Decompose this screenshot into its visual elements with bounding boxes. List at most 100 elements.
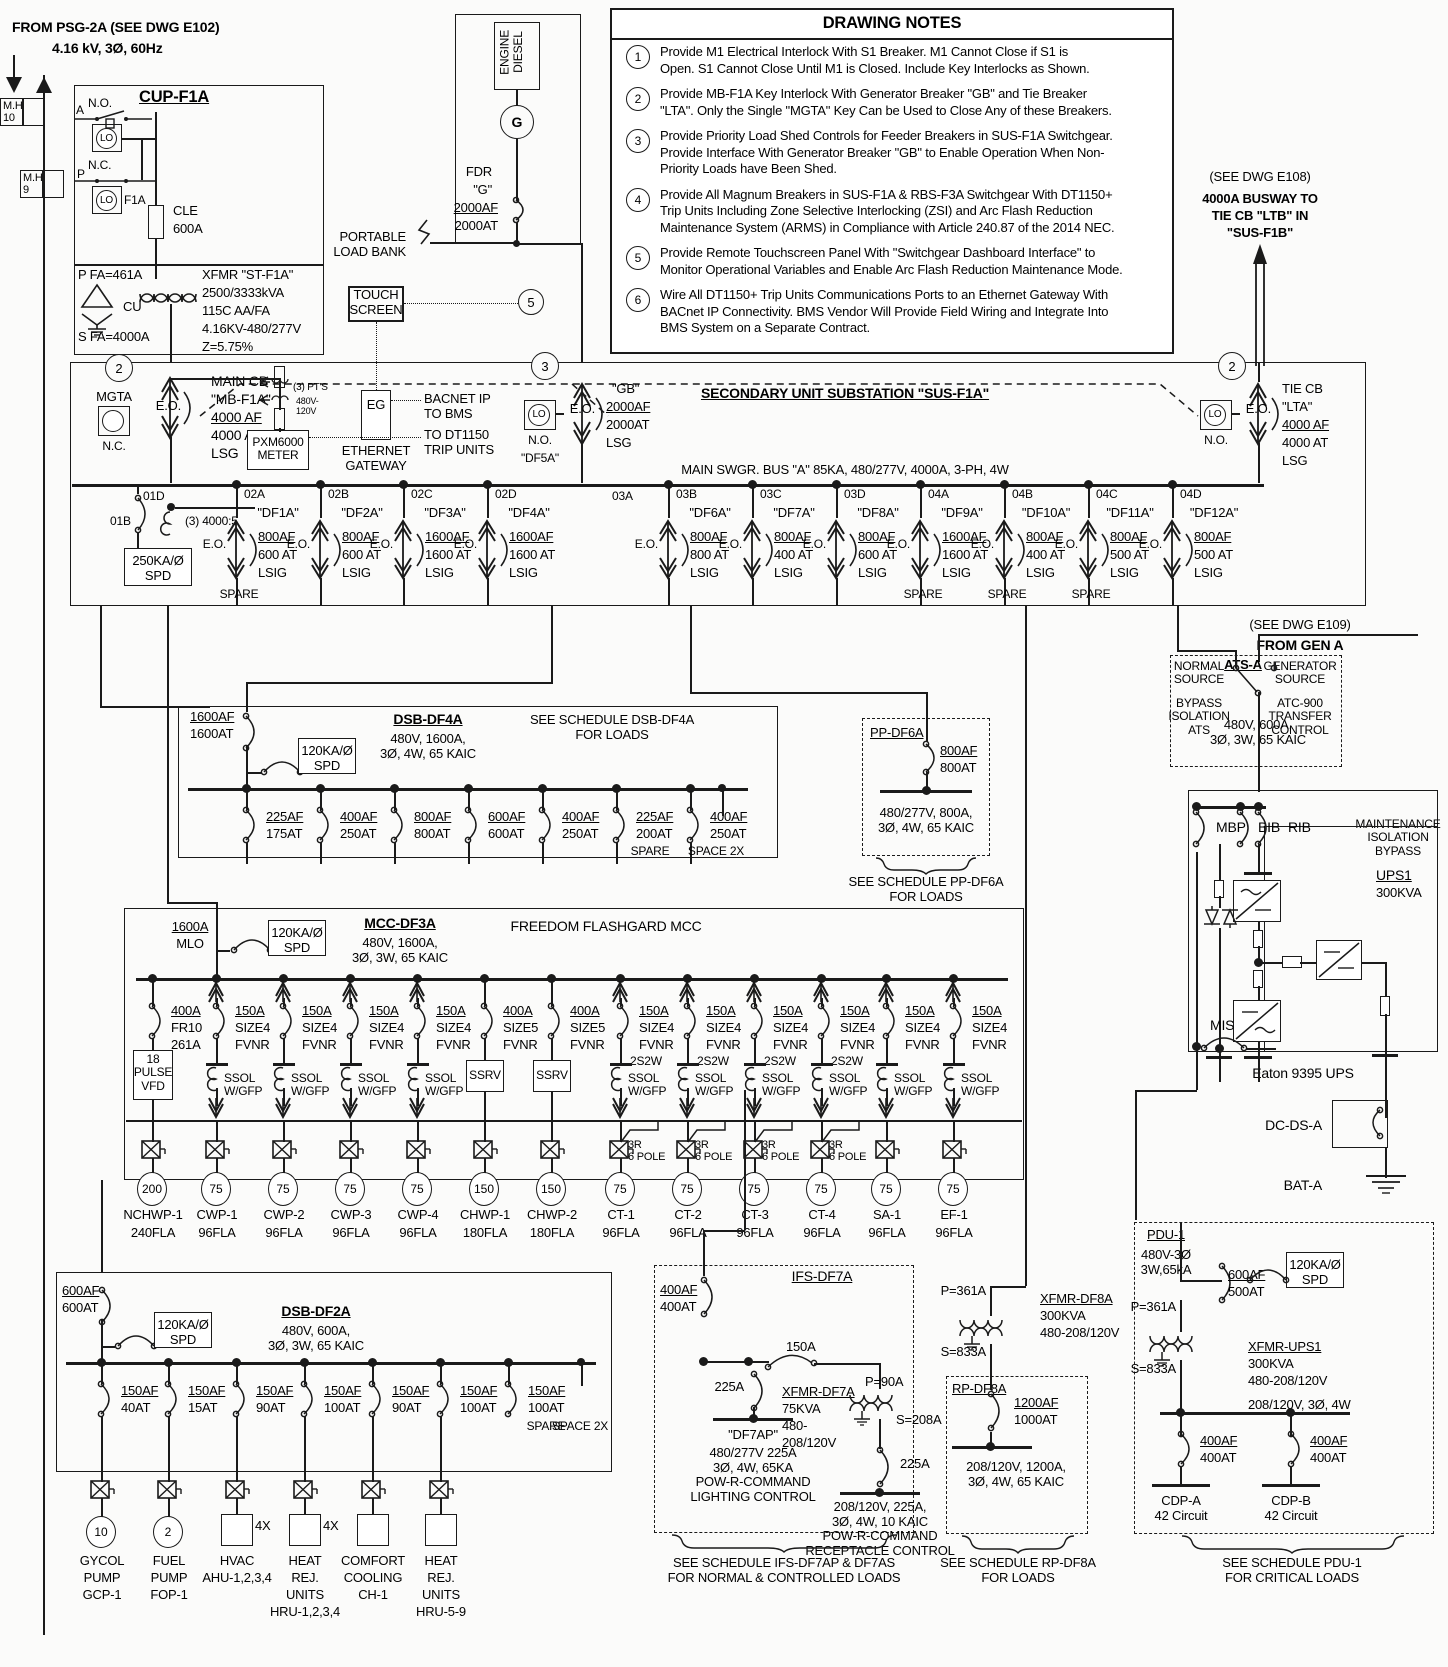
spd-drop [137, 532, 139, 548]
mcc-load-disconnect-icon [275, 1097, 291, 1120]
busway-arrow-icon [1253, 244, 1267, 366]
feeder-drop [403, 578, 405, 606]
feeder-cell-label: 02C [411, 487, 433, 501]
fdr-at-label: 2000AT [454, 218, 499, 233]
mcc-starter-amp: 150A [840, 1003, 870, 1018]
feeder-cell-label: 02B [328, 487, 349, 501]
mcc-load-disconnect-icon [612, 1097, 628, 1120]
motor-name-label: CT-2 [674, 1207, 702, 1222]
dc-ds-a-label: DC-DS-A [1265, 1117, 1322, 1133]
cdp-a-drop [1180, 1466, 1182, 1484]
df2a-starter-symbol-icon [293, 1480, 318, 1499]
feeder-trip-label: LSIG [858, 565, 887, 580]
df4a-branch-at: 800AT [414, 826, 451, 841]
mcc-starter-size: SIZE4 [436, 1020, 472, 1035]
ups-rib-drop [1258, 844, 1260, 874]
pp-df6a-rating: 480/277V, 800A, 3Ø, 4W, 65 KAIC [878, 805, 974, 835]
feeder-eo-label: E.O. [970, 537, 994, 551]
feeder-trip-label: LSIG [942, 565, 971, 580]
mcc-df3a-title: MCC-DF3A [364, 915, 436, 931]
df4a-branch-drop [320, 842, 322, 864]
feeder-eo-label: E.O. [886, 537, 910, 551]
pt-voltage-label: 480V- 120V [296, 396, 319, 417]
feeder-cell-label: 03B [676, 487, 697, 501]
df6a-route-v [690, 606, 692, 692]
motor-fla-label: 180FLA [529, 1225, 575, 1240]
cle-label: CLE [173, 203, 198, 218]
ifs-sec-br-label: 225A [900, 1456, 930, 1471]
cdp-a-bus [1152, 1484, 1210, 1487]
df2a-load-name: FUEL PUMP FOP-1 [150, 1553, 188, 1602]
ifs-sec-drop [879, 1419, 881, 1449]
motor-symbol-icon: 75 [672, 1172, 702, 1206]
feeder-at-label: 1600 AT [509, 547, 556, 562]
note-number-5: 5 [634, 251, 642, 265]
df4a-branch-drop [468, 842, 470, 864]
gen-to-gb [581, 243, 583, 363]
motor-starter-symbol-icon [339, 1140, 364, 1159]
ups1-title: UPS1 [1376, 867, 1412, 883]
ssol-label: SSOL W/GFP [358, 1071, 397, 1098]
ups-out-route-h [1135, 1090, 1197, 1092]
feeder-eo-label: E.O. [802, 537, 826, 551]
ups-dc-link-2 [1258, 946, 1260, 966]
mcc-df3a-rating: 480V, 1600A, 3Ø, 3W, 65 KAIC [352, 935, 448, 965]
motor-name-label: CT-1 [607, 1207, 635, 1222]
df2a-load-name: GYCOL PUMP GCP-1 [79, 1553, 125, 1602]
cup-interlock-wire-2 [122, 138, 156, 140]
pt-tap-drop [279, 378, 281, 388]
rp-panel-desc: 208/120V, 1200A, 3Ø, 4W, 65 KAIC [966, 1459, 1066, 1489]
rp-schedule: SEE SCHEDULE RP-DF8A FOR LOADS [940, 1555, 1096, 1585]
ssrv-out [484, 1092, 486, 1122]
gen-a-feed-h [1258, 634, 1418, 636]
df1a-route-v [100, 606, 102, 706]
cup-xfmr-z: Z=5.75% [202, 339, 253, 354]
cdp-a-at: 400AT [1200, 1450, 1237, 1465]
motor-fla-label: 96FLA [868, 1225, 906, 1240]
feeder-drop [487, 578, 489, 606]
cdp-b-drop [1290, 1466, 1292, 1484]
motor-name-label: CWP-1 [196, 1207, 238, 1222]
motor-name-label: CWP-4 [397, 1207, 439, 1222]
cup-xfmr-kva: 2500/3333kVA [202, 285, 284, 300]
cell-01b-label: 01B [110, 514, 131, 528]
vfd-out [152, 1100, 154, 1122]
note-number-circle-1: 1 [626, 45, 650, 69]
mcc-contactor-icon [610, 1063, 632, 1066]
ssol-label: SSOL W/GFP [224, 1071, 263, 1098]
mbp-out [1196, 852, 1198, 1046]
note-ref-3-circle: 3 [531, 352, 559, 380]
feeder-stub [752, 484, 754, 518]
mcc-contactor-icon [811, 1063, 833, 1066]
cdp-b-af: 400AF [1310, 1433, 1348, 1448]
gb-eo-label: E.O. [569, 401, 595, 416]
feeder-cell-label: 04D [1180, 487, 1202, 501]
ifs-tap-dot-2 [744, 1357, 753, 1366]
motor-symbol-icon: 75 [335, 1172, 365, 1206]
feeder-spare-label: SPARE [903, 587, 943, 601]
ifs-main-af: 400AF [660, 1282, 698, 1297]
mcc-starter-amp: 150A [235, 1003, 265, 1018]
mcc-contactor-icon [943, 1063, 965, 1066]
mcc-starter-type: FVNR [972, 1037, 1007, 1052]
mcc-starter-type: FVNR [706, 1037, 741, 1052]
mcc-starter-size: SIZE4 [773, 1020, 809, 1035]
df2a-load-name: HVAC AHU-1,2,3,4 [202, 1553, 272, 1585]
mcc-2s2w-label: 2S2W [697, 1054, 729, 1068]
mcc-starter-type: FVNR [639, 1037, 674, 1052]
motor-hp-label: 150 [540, 1182, 562, 1196]
mis-dot-right [1215, 1044, 1224, 1053]
feeder-cell-label: 02D [495, 487, 517, 501]
note-number-1: 1 [634, 50, 642, 64]
ct-meter-wire [175, 507, 255, 509]
motor-symbol-icon: 75 [938, 1172, 968, 1206]
dsb-df2a-rating: 480V, 600A, 3Ø, 3W, 65 KAIC [268, 1323, 364, 1353]
df2a-branch-af: 150AF [528, 1383, 566, 1398]
bat-a-label: BAT-A [1283, 1177, 1323, 1193]
dsb-df2a-spd-wire [101, 1346, 115, 1348]
motor-fla-label: 96FLA [669, 1225, 707, 1240]
load-bank-tap [430, 242, 516, 244]
dsb-df4a-main-at: 1600AT [190, 726, 234, 741]
rp-br-af: 1200AF [1014, 1395, 1059, 1410]
feeder-eo-label: E.O. [634, 537, 658, 551]
